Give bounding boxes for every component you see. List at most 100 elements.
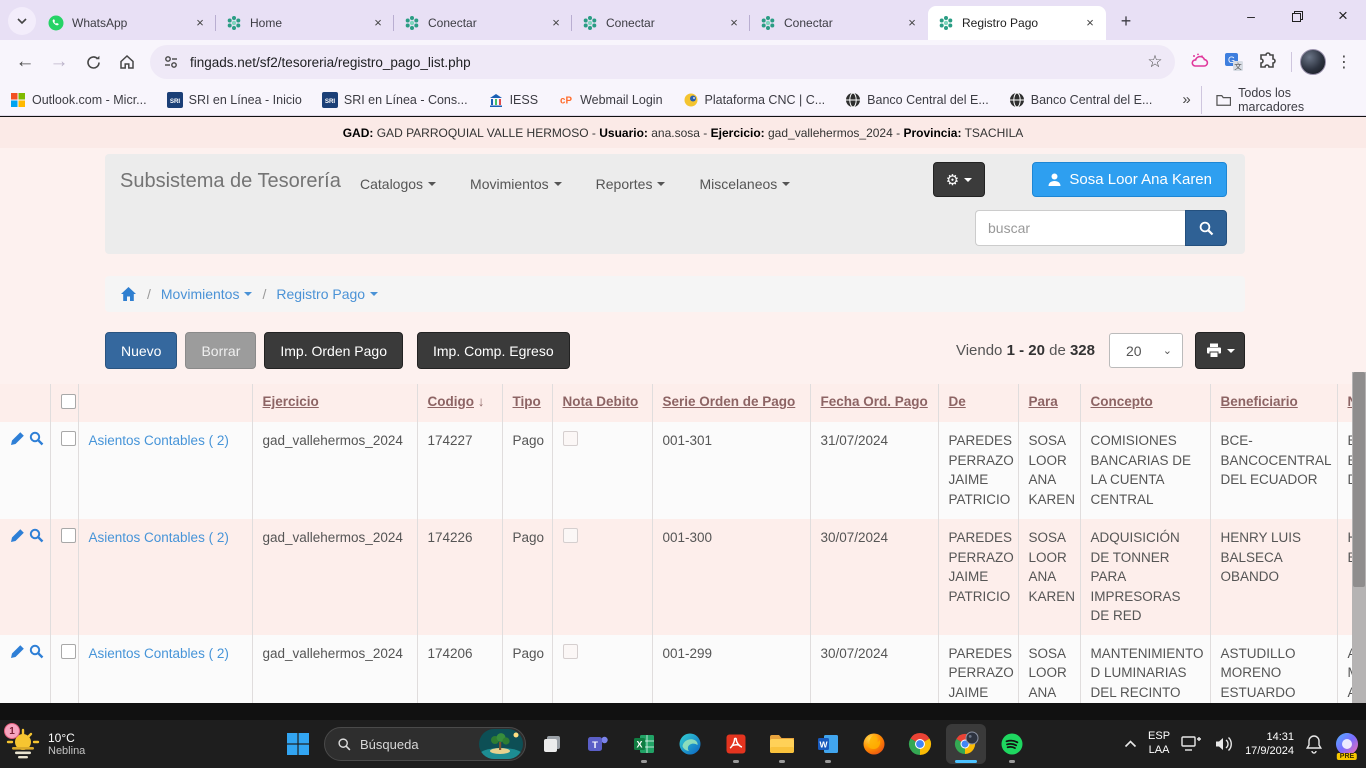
bookmark-item[interactable]: IESS [488,92,539,108]
edit-row-button[interactable] [10,644,25,659]
row-checkbox[interactable] [61,644,76,659]
taskbar-search-box[interactable]: Búsqueda [324,727,526,761]
taskbar-app-word[interactable]: W [808,724,848,764]
forward-button[interactable]: → [42,45,76,79]
print-expense-receipt-button[interactable]: Imp. Comp. Egreso [417,332,570,369]
header-serie[interactable]: Serie Orden de Pago [652,384,810,422]
print-dropdown-button[interactable] [1195,332,1245,369]
bookmark-item[interactable]: Banco Central del E... [845,92,989,108]
menu-catalogos[interactable]: Catalogos [360,176,436,192]
asientos-contables-link[interactable]: Asientos Contables ( 2) [89,530,229,545]
bookmark-item[interactable]: Outlook.com - Micr... [10,92,147,108]
tab-close-icon[interactable]: × [726,15,742,31]
header-extra[interactable]: N [1337,384,1352,422]
browser-tab-conectar[interactable]: Conectar× [750,6,928,40]
menu-movimientos[interactable]: Movimientos [470,176,562,192]
minimize-button[interactable]: – [1228,0,1274,32]
header-nota-debito[interactable]: Nota Debito [552,384,652,422]
start-button[interactable] [278,724,318,764]
header-beneficiario[interactable]: Beneficiario [1210,384,1337,422]
settings-dropdown-button[interactable]: ⚙ [933,162,985,197]
close-button[interactable]: × [1320,0,1366,32]
browser-tab-registro-pago[interactable]: Registro Pago× [928,6,1106,40]
taskbar-app-edge[interactable] [670,724,710,764]
header-ejercicio[interactable]: Ejercicio [252,384,417,422]
vertical-scrollbar-thumb[interactable] [1353,372,1365,587]
new-tab-button[interactable]: + [1112,7,1140,35]
breadcrumb-movimientos[interactable]: Movimientos [161,286,253,302]
taskbar-app-acrobat[interactable] [716,724,756,764]
search-input[interactable] [975,210,1185,246]
bookmark-item[interactable]: Plataforma CNC | C... [683,92,826,108]
taskbar-app-firefox[interactable] [854,724,894,764]
notifications-bell-icon[interactable] [1305,734,1323,754]
tray-chevron-up-icon[interactable] [1124,739,1137,749]
volume-icon[interactable] [1214,735,1234,753]
row-checkbox[interactable] [61,431,76,446]
tab-close-icon[interactable]: × [548,15,564,31]
home-icon[interactable] [120,286,137,302]
menu-miscelaneos[interactable]: Miscelaneos [699,176,790,192]
browser-tab-conectar[interactable]: Conectar× [394,6,572,40]
search-button[interactable] [1185,210,1227,246]
browser-menu-button[interactable]: ⋮ [1330,52,1358,72]
breadcrumb-registro-pago[interactable]: Registro Pago [276,286,378,302]
view-row-button[interactable] [29,528,44,543]
taskbar-app-task-view[interactable] [532,724,572,764]
bookmark-item[interactable]: SRISRI en Línea - Inicio [167,92,302,108]
tab-search-button[interactable] [8,7,36,35]
tab-close-icon[interactable]: × [1082,15,1098,31]
page-size-select[interactable]: 20⌄ [1109,333,1183,368]
weather-extension-icon[interactable] [1185,47,1215,77]
asientos-contables-link[interactable]: Asientos Contables ( 2) [89,433,229,448]
reload-button[interactable] [76,45,110,79]
address-bar[interactable]: fingads.net/sf2/tesoreria/registro_pago_… [150,45,1175,79]
search-highlight-image[interactable] [479,729,523,759]
tab-close-icon[interactable]: × [904,15,920,31]
edit-row-button[interactable] [10,431,25,446]
tab-close-icon[interactable]: × [370,15,386,31]
bookmark-item[interactable]: cPWebmail Login [558,92,662,108]
maximize-button[interactable] [1274,0,1320,32]
home-button[interactable] [110,45,144,79]
url-text[interactable]: fingads.net/sf2/tesoreria/registro_pago_… [190,55,1141,70]
print-payment-order-button[interactable]: Imp. Orden Pago [264,332,403,369]
translate-extension-icon[interactable]: G文 [1219,47,1249,77]
copilot-button[interactable]: PRE [1334,731,1360,757]
taskbar-app-spotify[interactable] [992,724,1032,764]
bookmark-star-icon[interactable]: ☆ [1141,48,1169,76]
menu-reportes[interactable]: Reportes [596,176,666,192]
browser-tab-whatsapp[interactable]: WhatsApp× [38,6,216,40]
bookmarks-overflow-button[interactable]: » [1172,91,1200,108]
select-all-checkbox[interactable] [61,394,76,409]
taskbar-app-chrome-profile[interactable] [946,724,986,764]
header-codigo[interactable]: Codigo ↓ [417,384,502,422]
header-tipo[interactable]: Tipo [502,384,552,422]
edit-row-button[interactable] [10,528,25,543]
language-indicator[interactable]: ESPLAA [1148,730,1170,758]
browser-tab-conectar[interactable]: Conectar× [572,6,750,40]
new-button[interactable]: Nuevo [105,332,177,369]
asientos-contables-link[interactable]: Asientos Contables ( 2) [89,646,229,661]
header-concepto[interactable]: Concepto [1080,384,1210,422]
taskbar-weather-widget[interactable]: 1 10°C Neblina [6,720,85,768]
extensions-puzzle-icon[interactable] [1253,47,1283,77]
profile-avatar[interactable] [1300,49,1326,75]
view-row-button[interactable] [29,431,44,446]
vertical-scrollbar[interactable] [1352,372,1366,703]
view-row-button[interactable] [29,644,44,659]
taskbar-app-teams[interactable]: T [578,724,618,764]
header-de[interactable]: De [938,384,1018,422]
taskbar-app-explorer[interactable] [762,724,802,764]
network-icon[interactable] [1181,735,1203,753]
bookmark-item[interactable]: Banco Central del E... [1009,92,1153,108]
header-fecha[interactable]: Fecha Ord. Pago [810,384,938,422]
bookmark-item[interactable]: SRISRI en Línea - Cons... [322,92,468,108]
delete-button[interactable]: Borrar [185,332,256,369]
clock[interactable]: 14:31 17/9/2024 [1245,730,1294,759]
browser-tab-home[interactable]: Home× [216,6,394,40]
row-checkbox[interactable] [61,528,76,543]
header-para[interactable]: Para [1018,384,1080,422]
user-menu-button[interactable]: Sosa Loor Ana Karen [1032,162,1227,197]
tab-close-icon[interactable]: × [192,15,208,31]
